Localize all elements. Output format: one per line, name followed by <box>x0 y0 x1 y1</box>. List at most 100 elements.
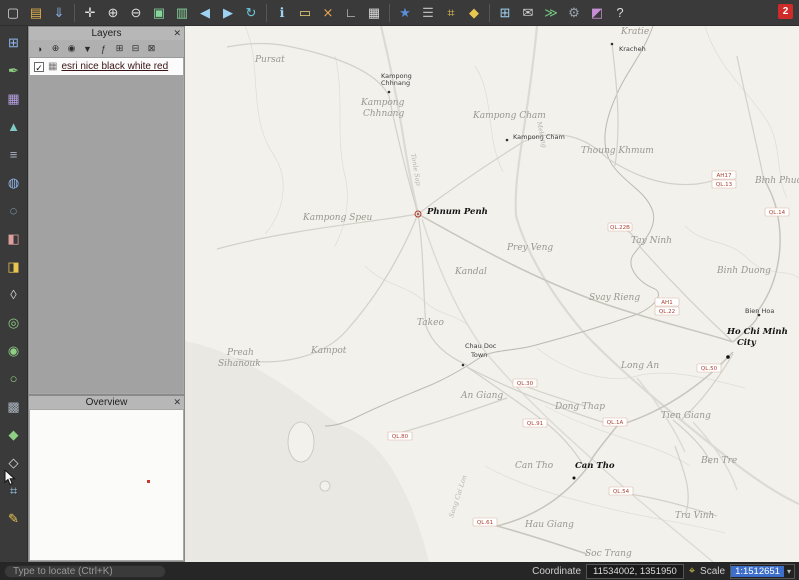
road-shield-label: QL.80 <box>392 434 409 440</box>
new-bookmark-icon[interactable]: ★ <box>395 3 415 23</box>
deselect-features-icon[interactable]: ⨯ <box>318 3 338 23</box>
map-label-province: Can Tho <box>515 461 554 471</box>
project-open-icon[interactable]: ▤ <box>26 3 46 23</box>
zoom-to-layer-icon[interactable]: ▥ <box>172 3 192 23</box>
project-save-icon[interactable]: ⇓ <box>49 3 69 23</box>
new-shapefile-icon[interactable]: ◇ <box>3 452 24 473</box>
road-shield-label: QL.1A <box>607 420 624 426</box>
zoom-out-icon[interactable]: ⊖ <box>126 3 146 23</box>
processing-toolbox-icon[interactable]: ⚙ <box>564 3 584 23</box>
layer-row[interactable]: ✓ ▦ esri nice black white red <box>30 58 183 75</box>
map-label-province: Chhnang <box>363 109 404 119</box>
identify-features-icon[interactable]: ℹ <box>272 3 292 23</box>
style-manager-icon[interactable]: ◩ <box>587 3 607 23</box>
layer-visibility-checkbox[interactable]: ✓ <box>34 62 44 72</box>
qgis-window: ▢▤⇓✛⊕⊖▣▥◀▶↻ℹ▭⨯∟▦★☰⌗◆⊞✉≫⚙◩? 2 ⊞✒▦▲≡◍◌◧◨◊◎… <box>0 0 799 580</box>
chevron-down-icon[interactable]: ▾ <box>784 567 794 576</box>
road-shield-label: QL.30 <box>517 381 534 387</box>
filter-expression-icon[interactable]: ƒ <box>97 42 110 55</box>
manage-themes-icon[interactable]: ◉ <box>65 42 78 55</box>
zoom-full-icon[interactable]: ▣ <box>149 3 169 23</box>
add-postgis-icon[interactable]: ◍ <box>3 172 24 193</box>
add-spatialite-icon[interactable]: ◌ <box>3 200 24 221</box>
add-wfs-icon[interactable]: ◉ <box>3 340 24 361</box>
add-mssql-icon[interactable]: ◧ <box>3 228 24 249</box>
map-label-province: Tra Vinh <box>675 511 714 521</box>
add-delimited-text-icon[interactable]: ≡ <box>3 144 24 165</box>
map-label-major: Ho Chi Minh <box>726 327 788 337</box>
add-vector-layer-icon[interactable]: ✒ <box>3 60 24 81</box>
extents-icon[interactable]: ⌖ <box>689 565 695 578</box>
road-shield-label: QL.91 <box>527 421 543 427</box>
zoom-next-icon[interactable]: ▶ <box>218 3 238 23</box>
scale-label: Scale <box>700 566 725 577</box>
zoom-last-icon[interactable]: ◀ <box>195 3 215 23</box>
map-canvas[interactable]: AH17QL.13QL.14QL.22BAH1QL.22QL.50QL.30QL… <box>185 26 799 562</box>
select-features-icon[interactable]: ▭ <box>295 3 315 23</box>
map-label-province: Binh Phuoc <box>754 176 799 186</box>
close-icon[interactable]: ✕ <box>173 396 181 409</box>
overview-content[interactable] <box>30 410 183 560</box>
show-bookmarks-icon[interactable]: ☰ <box>418 3 438 23</box>
add-group-icon[interactable]: ⊕ <box>49 42 62 55</box>
project-new-icon[interactable]: ▢ <box>3 3 23 23</box>
map-label-city: Bien Hoa <box>745 307 774 315</box>
add-wms-icon[interactable]: ◎ <box>3 312 24 333</box>
overview-panel-titlebar[interactable]: Overview ✕ <box>29 396 184 409</box>
layers-panel-titlebar[interactable]: Layers ✕ <box>29 27 184 40</box>
labeling-icon[interactable]: ⌗ <box>441 3 461 23</box>
road-shield-label: QL.22 <box>659 309 675 315</box>
new-geopackage-icon[interactable]: ◆ <box>3 424 24 445</box>
road-shield-label: QL.54 <box>613 489 630 495</box>
add-wcs-icon[interactable]: ○ <box>3 368 24 389</box>
open-layer-styling-icon[interactable]: ◑ <box>33 42 46 55</box>
road-shield-label: QL.61 <box>477 520 493 526</box>
pan-map-icon[interactable]: ✛ <box>80 3 100 23</box>
road-shield-label: QL.14 <box>769 210 786 216</box>
python-console-icon[interactable]: ≫ <box>541 3 561 23</box>
map-label-city: Chhnang <box>381 79 410 87</box>
map-label-province: Svay Rieng <box>589 293 640 303</box>
add-oracle-icon[interactable]: ◨ <box>3 256 24 277</box>
expand-all-icon[interactable]: ⊞ <box>113 42 126 55</box>
map-label-province: An Giang <box>460 391 503 401</box>
messages-icon[interactable]: ✉ <box>518 3 538 23</box>
collapse-all-icon[interactable]: ⊟ <box>129 42 142 55</box>
zoom-in-icon[interactable]: ⊕ <box>103 3 123 23</box>
map-label-province: Kandal <box>454 267 487 277</box>
road-shield-label: QL.13 <box>716 182 733 188</box>
data-source-manager-icon[interactable]: ⊞ <box>3 32 24 53</box>
city-marker <box>611 43 614 46</box>
scale-value[interactable]: 1:1512651 <box>731 566 784 577</box>
measure-icon[interactable]: ∟ <box>341 3 361 23</box>
add-virtual-layer-icon[interactable]: ◊ <box>3 284 24 305</box>
attribute-table-icon[interactable]: ▦ <box>364 3 384 23</box>
map-label-province: Binh Duong <box>716 266 771 276</box>
map-label-province: Kratie <box>620 27 649 37</box>
help-icon[interactable]: ? <box>610 3 630 23</box>
diagram-icon[interactable]: ◆ <box>464 3 484 23</box>
close-icon[interactable]: ✕ <box>173 27 181 40</box>
coordinate-value[interactable]: 11534002, 1351950 <box>586 564 684 579</box>
scale-combobox[interactable]: 1:1512651 ▾ <box>730 564 795 579</box>
add-mesh-layer-icon[interactable]: ▲ <box>3 116 24 137</box>
refresh-map-icon[interactable]: ↻ <box>241 3 261 23</box>
layers-list: ✓ ▦ esri nice black white red <box>30 58 183 393</box>
add-raster-layer-icon[interactable]: ▦ <box>3 88 24 109</box>
remove-layer-icon[interactable]: ⊠ <box>145 42 158 55</box>
map-label-province: Preah <box>226 348 254 358</box>
toolbar-separator <box>266 4 267 22</box>
map-label-city: Chau Doc <box>465 342 497 350</box>
notification-badge[interactable]: 2 <box>778 4 793 19</box>
new-map-view-icon[interactable]: ⊞ <box>495 3 515 23</box>
overview-panel-title: Overview <box>86 397 128 408</box>
new-scratch-layer-icon[interactable]: ⌗ <box>3 480 24 501</box>
filter-legend-icon[interactable]: ▼ <box>81 42 94 55</box>
new-annotation-icon[interactable]: ✎ <box>3 508 24 529</box>
toolbar-separator <box>489 4 490 22</box>
add-xyz-icon[interactable]: ▩ <box>3 396 24 417</box>
layer-label[interactable]: esri nice black white red <box>61 61 168 72</box>
city-marker <box>388 91 391 94</box>
locate-input[interactable] <box>4 565 166 578</box>
map-label-province: Pursat <box>254 55 285 65</box>
